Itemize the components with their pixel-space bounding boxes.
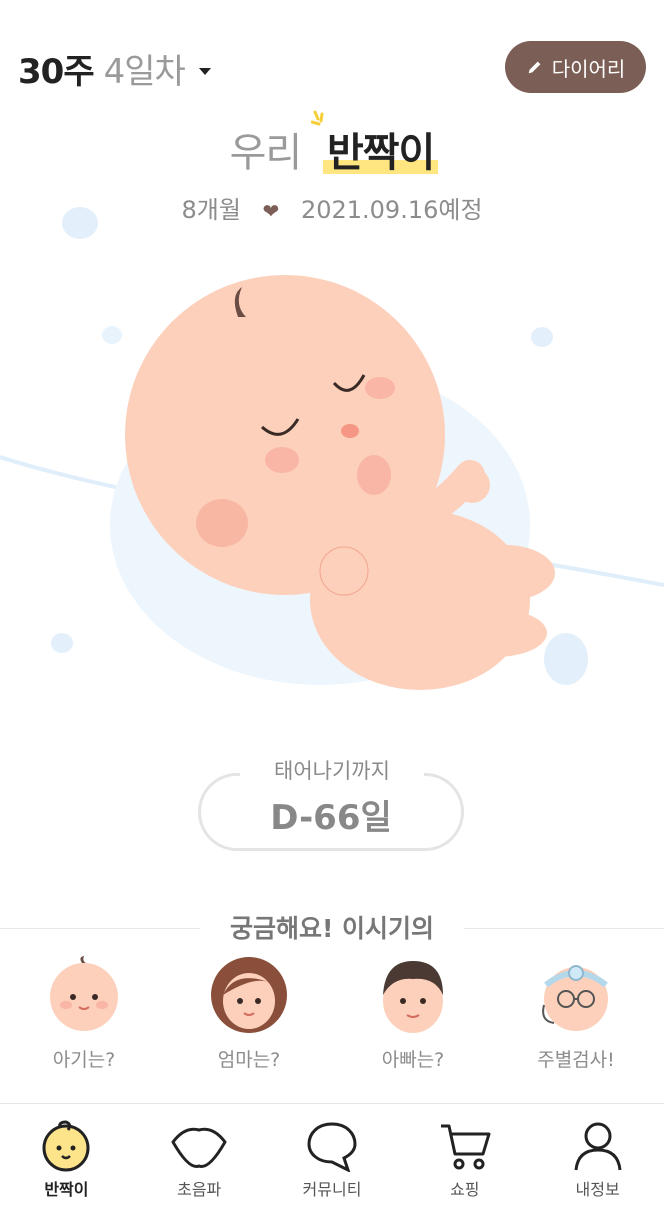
bottom-nav: 반짝이 초음파 커뮤니티 쇼핑 내정보 (0, 1103, 664, 1208)
nav-label: 커뮤니티 (302, 1180, 362, 1199)
ultrasound-icon (171, 1127, 227, 1168)
countdown-value: D-66일 (270, 798, 392, 838)
nav-item-community[interactable]: 커뮤니티 (266, 1104, 399, 1208)
mom-info-button[interactable]: 엄마는? (189, 955, 309, 1085)
diary-label: 다이어리 (551, 56, 626, 81)
baby-face-icon (50, 956, 118, 1031)
doctor-icon (542, 965, 608, 1031)
title-prefix: 우리 (229, 130, 303, 176)
baby-name-text: 반짝이 (326, 130, 435, 176)
mom-face-icon (211, 957, 287, 1033)
weekly-checkup-label: 주별검사! (537, 1049, 615, 1071)
page-title: 우리 반짝이 (0, 110, 664, 178)
baby-info-button[interactable]: 아기는? (24, 955, 144, 1085)
cart-icon (440, 1124, 491, 1170)
nav-item-profile[interactable]: 내정보 (531, 1104, 664, 1208)
baby-illustration (0, 207, 664, 690)
dad-info-button[interactable]: 아빠는? (353, 955, 473, 1085)
sparkle-icon (310, 110, 324, 126)
person-icon (574, 1122, 622, 1171)
baby-name: 반짝이 (310, 110, 439, 178)
nav-label: 반짝이 (44, 1180, 89, 1199)
weekly-checkup-button[interactable]: 주별검사! (516, 955, 636, 1085)
nav-label: 초음파 (177, 1180, 222, 1199)
week-text: 30주 (18, 52, 95, 92)
day-text: 4일차 (103, 52, 186, 92)
section-title: 궁금해요! 이시기의 (200, 909, 464, 945)
dad-info-label: 아빠는? (381, 1049, 445, 1071)
nav-label: 쇼핑 (450, 1180, 480, 1199)
chat-bubble-icon (307, 1122, 357, 1172)
baby-info-label: 아기는? (52, 1049, 116, 1071)
nav-label: 내정보 (575, 1180, 620, 1199)
week-selector[interactable]: 30주 4일차 (18, 44, 211, 93)
dad-face-icon (383, 961, 443, 1033)
nav-item-ultrasound[interactable]: 초음파 (133, 1104, 266, 1208)
baby-face-icon (42, 1120, 90, 1172)
caret-down-icon (198, 68, 211, 75)
mom-info-label: 엄마는? (217, 1049, 281, 1071)
diary-button[interactable]: 다이어리 (505, 41, 646, 93)
countdown-label: 태어나기까지 (240, 755, 424, 785)
nav-item-shopping[interactable]: 쇼핑 (398, 1104, 531, 1208)
pencil-icon (528, 61, 541, 74)
nav-item-home[interactable]: 반짝이 (0, 1104, 133, 1208)
